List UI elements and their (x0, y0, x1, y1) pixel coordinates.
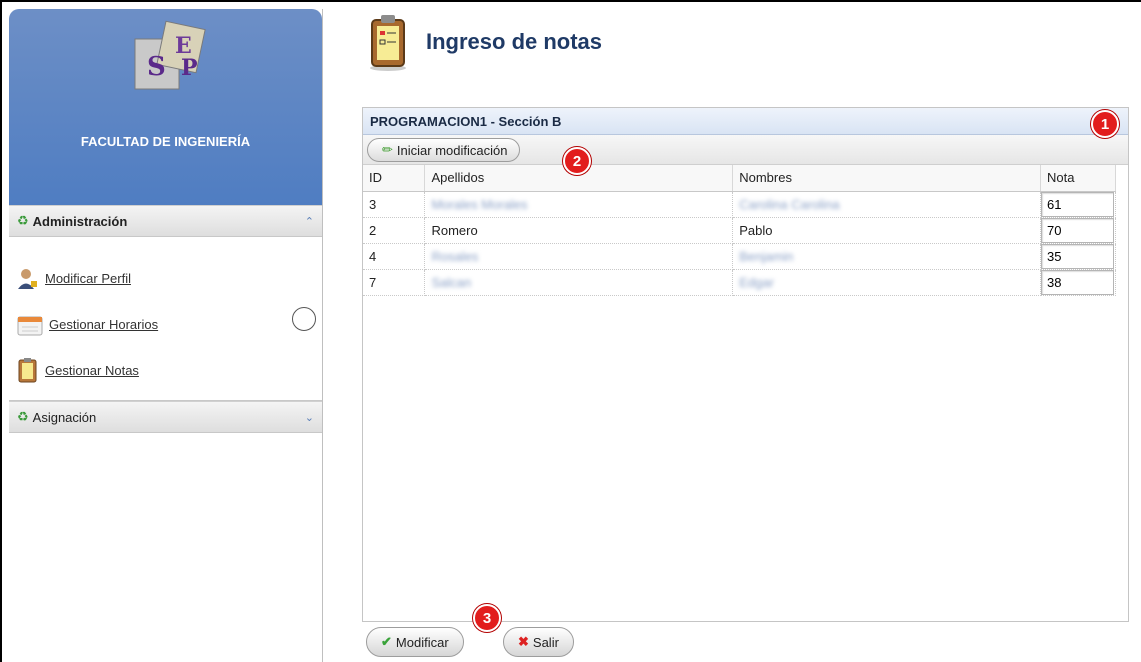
cell-nombres: Pablo (732, 217, 1041, 244)
grades-table: ID Apellidos Nombres Nota 3 Morales Mora… (363, 165, 1117, 296)
panel-title: PROGRAMACION1 - Sección B (363, 108, 1128, 135)
button-label: Modificar (395, 634, 449, 650)
administracion-menu: Modificar Perfil Gestionar Horarios Gest… (9, 237, 322, 401)
column-header-nombres[interactable]: Nombres (732, 165, 1041, 192)
calendar-icon (17, 316, 43, 336)
cell-id: 7 (363, 269, 426, 296)
start-edit-button[interactable]: ✏ Iniciar modificación (367, 138, 521, 162)
user-edit-icon (18, 269, 37, 289)
table-row[interactable]: 4 Rosales Benjamin (363, 243, 1117, 270)
chevron-up-icon[interactable]: ⌃ (305, 215, 314, 228)
cell-nombres: Carolina Carolina (732, 191, 1041, 218)
menu-item-gestionar-horarios[interactable]: Gestionar Horarios (9, 291, 322, 337)
accordion-title: Asignación (32, 409, 97, 425)
page-title: Ingreso de notas (426, 29, 603, 54)
cell-apellidos: Romero (424, 217, 734, 244)
menu-item-modificar-perfil[interactable]: Modificar Perfil (9, 245, 322, 291)
column-header-nota[interactable]: Nota (1040, 165, 1117, 192)
column-header-id[interactable]: ID (363, 165, 426, 192)
logo-icon: S E P (134, 20, 206, 90)
nota-input[interactable] (1040, 269, 1114, 295)
table-header-row: ID Apellidos Nombres Nota (363, 165, 1117, 192)
accordion-asignacion[interactable]: ♻ Asignación ⌄ (9, 401, 322, 433)
svg-text:P: P (181, 55, 198, 81)
cell-id: 4 (363, 243, 426, 270)
cell-nota (1040, 217, 1117, 244)
cell-nota (1040, 269, 1117, 296)
nota-input[interactable] (1040, 243, 1114, 269)
cell-apellidos: Rosales (424, 243, 734, 270)
accordion-title: Administración (32, 213, 128, 229)
sidebar: S E P FACULTAD DE INGENIERÍA ♻ Administr… (9, 9, 323, 662)
nota-input[interactable] (1040, 191, 1114, 217)
faculty-title: FACULTAD DE INGENIERÍA (80, 134, 251, 149)
blurred-text: Carolina Carolina (739, 196, 840, 212)
pencil-icon: ✏ (382, 142, 393, 157)
blurred-text: Rosales (431, 248, 479, 264)
close-icon: ✖ (518, 634, 529, 649)
refresh-icon: ♻ (17, 213, 29, 228)
menu-label[interactable]: Modificar Perfil (45, 271, 131, 286)
blurred-text: Salcan (431, 274, 472, 290)
checkmark-icon: ✔ (381, 634, 392, 649)
clipboard-icon (18, 358, 37, 383)
blurred-text: Edgar (739, 274, 774, 290)
annotation-badge: 1 (1091, 110, 1119, 138)
cell-id: 2 (363, 217, 426, 244)
cell-nombres: Benjamin (732, 243, 1041, 270)
blurred-text: Benjamin (739, 248, 794, 264)
cell-apellidos: Morales Morales (424, 191, 734, 218)
clipboard-icon (370, 15, 406, 71)
table-row[interactable]: 7 Salcan Edgar (363, 269, 1117, 296)
grades-panel: PROGRAMACION1 - Sección B ✏ Iniciar modi… (362, 107, 1129, 622)
cell-nota (1040, 243, 1117, 270)
panel-toolbar: ✏ Iniciar modificación (363, 135, 1128, 165)
cell-nota (1040, 191, 1117, 218)
svg-text:S: S (147, 52, 166, 82)
radio-indicator[interactable] (292, 307, 316, 331)
chevron-down-icon[interactable]: ⌄ (305, 411, 314, 424)
menu-label[interactable]: Gestionar Horarios (49, 317, 158, 332)
menu-label[interactable]: Gestionar Notas (45, 363, 139, 378)
blurred-text: Morales Morales (431, 196, 528, 212)
cell-id: 3 (363, 191, 426, 218)
button-label: Salir (532, 634, 559, 650)
page-header: Ingreso de notas (368, 12, 602, 72)
exit-button[interactable]: ✖ Salir (503, 627, 574, 657)
accordion-administracion[interactable]: ♻ Administración ⌃ (9, 205, 322, 237)
menu-item-gestionar-notas[interactable]: Gestionar Notas (9, 337, 322, 383)
cell-nombres: Edgar (732, 269, 1041, 296)
nota-input[interactable] (1040, 217, 1114, 243)
refresh-icon: ♻ (17, 409, 29, 424)
brand-header: S E P FACULTAD DE INGENIERÍA (9, 9, 322, 205)
cell-apellidos: Salcan (424, 269, 734, 296)
button-label: Iniciar modificación (396, 142, 508, 158)
table-row[interactable]: 2 Romero Pablo (363, 217, 1117, 244)
modify-button[interactable]: ✔ Modificar (366, 627, 464, 657)
table-row[interactable]: 3 Morales Morales Carolina Carolina (363, 191, 1117, 218)
annotation-badge: 3 (473, 604, 501, 632)
annotation-badge: 2 (563, 147, 591, 175)
